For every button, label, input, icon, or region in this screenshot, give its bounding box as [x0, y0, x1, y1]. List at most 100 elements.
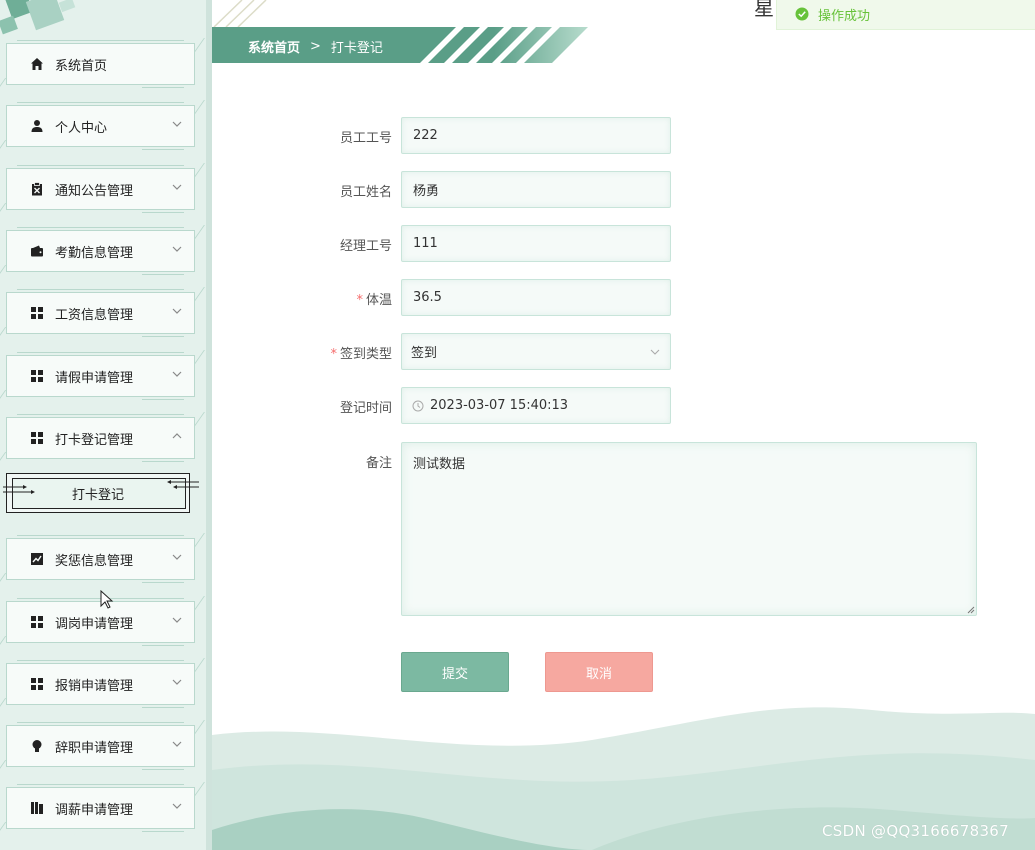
remark-label: 备注: [365, 456, 392, 471]
corner-decoration: [0, 78, 18, 90]
corner-decoration: [181, 225, 205, 239]
chevron-down-icon: [172, 554, 182, 560]
sidebar-item-label: 请假申请管理: [55, 370, 134, 386]
sidebar-item-resignation[interactable]: 辞职申请管理: [0, 720, 205, 772]
chevron-down-icon: [172, 246, 182, 252]
mouse-cursor-icon: [100, 590, 114, 609]
corner-decoration: [0, 760, 18, 772]
sidebar-item-label: 考勤信息管理: [55, 245, 134, 261]
corner-decoration: [0, 390, 18, 402]
resize-handle-icon[interactable]: [966, 605, 975, 614]
page-header-partial: 星: [754, 0, 774, 20]
chevron-down-icon: [172, 184, 182, 190]
sidebar-item-home[interactable]: 系统首页: [0, 38, 205, 90]
sidebar-item-salary-adjust[interactable]: 调薪申请管理: [0, 782, 205, 834]
manager-id-label: 经理工号: [339, 239, 392, 254]
wallet-icon: [30, 244, 44, 258]
chevron-down-icon: [172, 679, 182, 685]
sidebar-item-label: 通知公告管理: [55, 183, 134, 199]
cancel-button[interactable]: 取消: [545, 652, 653, 692]
toast-message: 操作成功: [818, 8, 871, 24]
temperature-value: 36.5: [413, 290, 442, 305]
corner-decoration: [181, 658, 205, 672]
temperature-label-text: 体温: [365, 293, 392, 308]
watermark: CSDN @QQ3166678367: [822, 822, 1009, 840]
register-time-picker[interactable]: 2023-03-07 15:40:13: [401, 387, 671, 424]
corner-decoration: [181, 596, 205, 610]
temperature-input[interactable]: 36.5: [401, 279, 671, 316]
chevron-down-icon: [650, 349, 660, 355]
corner-decoration: [0, 265, 18, 277]
employee-id-label: 员工工号: [339, 131, 392, 146]
grid-icon: [30, 431, 44, 445]
sidebar-item-reward[interactable]: 奖惩信息管理: [0, 533, 205, 585]
chevron-down-icon: [172, 803, 182, 809]
arrow-left-icon: [167, 480, 199, 489]
chevron-down-icon: [172, 371, 182, 377]
employee-name-value: 杨勇: [413, 184, 440, 199]
sidebar-item-label: 调薪申请管理: [55, 802, 134, 818]
corner-decoration: [0, 452, 18, 464]
corner-decoration: [0, 573, 18, 585]
sidebar-item-label: 奖惩信息管理: [55, 553, 134, 569]
breadcrumb-current: 打卡登记: [330, 41, 383, 56]
sidebar-item-reimbursement[interactable]: 报销申请管理: [0, 658, 205, 710]
sidebar-item-attendance[interactable]: 考勤信息管理: [0, 225, 205, 277]
corner-decoration: [181, 287, 205, 301]
employee-id-value: 222: [413, 128, 438, 143]
employee-name-input[interactable]: 杨勇: [401, 171, 671, 208]
sidebar-item-label: 调岗申请管理: [55, 616, 134, 632]
breadcrumb-separator: >: [310, 39, 321, 54]
required-mark: *: [356, 293, 363, 308]
corner-decoration: [0, 698, 18, 710]
check-circle-icon: [795, 7, 809, 21]
clipboard-icon: [30, 182, 44, 196]
chevron-down-icon: [172, 121, 182, 127]
sidebar-item-label: 辞职申请管理: [55, 740, 134, 756]
success-toast: 操作成功: [776, 0, 1035, 30]
sidebar-item-label: 工资信息管理: [55, 307, 134, 323]
required-mark: *: [330, 347, 337, 362]
corner-decoration: [181, 533, 205, 547]
manager-id-value: 111: [413, 236, 438, 251]
employee-id-input[interactable]: 222: [401, 117, 671, 154]
header-decoration: [213, 0, 267, 27]
main-content: 星 系统首页 > 打卡登记 操作成功 员工工号 222 员工姓名 杨勇 经理工号: [212, 0, 1035, 850]
corner-decoration: [181, 412, 205, 426]
grid-icon: [30, 615, 44, 629]
chevron-down-icon: [172, 617, 182, 623]
grid-icon: [30, 306, 44, 320]
grid-icon: [30, 677, 44, 691]
sidebar: 系统首页 个人中心 通知公告管理 考勤信息管理 工资信息管理 请假申请管理 打卡…: [0, 0, 206, 850]
sidebar-item-leave[interactable]: 请假申请管理: [0, 350, 205, 402]
user-icon: [30, 119, 44, 133]
sidebar-subitem-label: 打卡登记: [71, 487, 124, 503]
register-time-value: 2023-03-07 15:40:13: [430, 398, 569, 413]
sidebar-item-notice[interactable]: 通知公告管理: [0, 163, 205, 215]
sidebar-item-personal-center[interactable]: 个人中心: [0, 100, 205, 152]
sidebar-item-checkin[interactable]: 打卡登记管理: [0, 412, 205, 464]
home-icon: [30, 57, 44, 71]
chevron-down-icon: [172, 308, 182, 314]
sidebar-item-salary[interactable]: 工资信息管理: [0, 287, 205, 339]
submit-button[interactable]: 提交: [401, 652, 509, 692]
sidebar-item-label: 系统首页: [55, 58, 108, 74]
sidebar-item-label: 报销申请管理: [55, 678, 134, 694]
clock-icon: [412, 400, 424, 412]
book-icon: [30, 801, 44, 815]
manager-id-input[interactable]: 111: [401, 225, 671, 262]
grid-icon: [30, 369, 44, 383]
checkin-type-label-text: 签到类型: [339, 347, 392, 362]
corner-decoration: [181, 720, 205, 734]
remark-textarea[interactable]: 测试数据: [401, 442, 977, 616]
chevron-down-icon: [172, 741, 182, 747]
bulb-icon: [30, 739, 44, 753]
corner-decoration: [0, 203, 18, 215]
sidebar-subitem-checkin-register[interactable]: 打卡登记: [3, 473, 199, 513]
remark-value: 测试数据: [413, 457, 466, 472]
arrow-right-icon: [3, 485, 35, 494]
corner-decoration: [0, 822, 18, 834]
checkin-type-select[interactable]: 签到: [401, 333, 671, 370]
sidebar-item-label: 打卡登记管理: [55, 432, 134, 448]
breadcrumb-home[interactable]: 系统首页: [248, 37, 300, 56]
